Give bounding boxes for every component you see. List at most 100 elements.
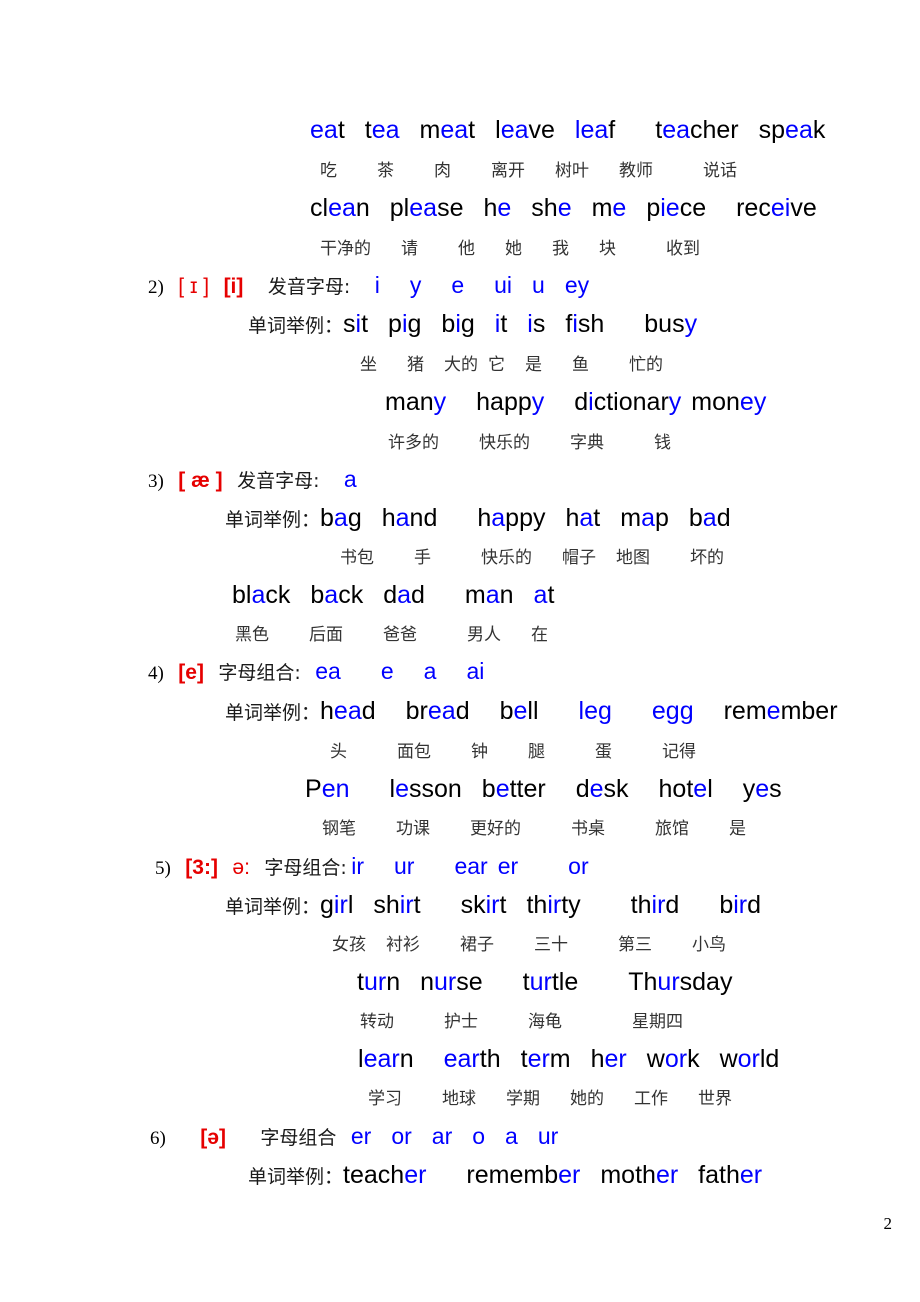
gloss: 帽子 xyxy=(562,548,596,568)
word-big: big xyxy=(441,310,475,338)
document-page: eat tea meat leave leaf teacher speak 吃茶肉离开 树叶教… xyxy=(0,0,920,1302)
gloss: 快乐的 xyxy=(479,433,530,453)
word-mother: mother xyxy=(600,1161,679,1189)
gloss-row-s4r2: 钢笔 功课 更好的 书桌 旅馆 是 xyxy=(322,821,746,838)
gloss: 工作 xyxy=(634,1089,668,1109)
gloss: 转动 xyxy=(360,1012,394,1032)
gloss: 后面 xyxy=(309,625,343,645)
gloss: 书包 xyxy=(340,548,374,568)
gloss: 三十 xyxy=(534,935,568,955)
word-piece: piece xyxy=(646,194,707,222)
letter-list: ea e a ai xyxy=(315,658,485,684)
gloss: 衬衫 xyxy=(386,935,420,955)
gloss: 海龟 xyxy=(528,1012,562,1032)
word-row-s3r1: 单词举例：bag hand happy hat map bad xyxy=(225,506,731,531)
gloss: 记得 xyxy=(662,742,696,762)
word-dictionary: dictionary xyxy=(574,388,682,416)
phonetic-symbol: [i] xyxy=(223,275,244,298)
section-5-heading: 5) [3:] ə: 字母组合: ir ur ear er or xyxy=(155,855,589,879)
gloss-row-s5r1: 女孩 衬衫 裙子 三十 第三 小鸟 xyxy=(332,937,726,954)
word-father: father xyxy=(698,1161,763,1189)
word-row-s5r1: 单词举例：girl shirt skirt thirty third bird xyxy=(225,893,761,918)
word-happy: happy xyxy=(477,504,546,532)
gloss: 裙子 xyxy=(460,935,494,955)
gloss: 地图 xyxy=(616,548,650,568)
gloss-row-s1r1: 吃 茶 肉 离开 树叶 教师 说话 xyxy=(320,163,737,180)
label-word-examples: 单词举例： xyxy=(248,1166,344,1188)
word-row-s4r1: 单词举例：head bread bell leg egg remember xyxy=(225,699,838,724)
word-teacher: teacher xyxy=(655,116,739,144)
letter-list: i y e ui u ey xyxy=(374,272,590,298)
word-eat: eat xyxy=(310,116,345,144)
section-index: 2) xyxy=(148,277,164,298)
gloss: 猪 xyxy=(407,355,424,375)
word-meat: meat xyxy=(419,116,476,144)
word-bad: bad xyxy=(688,504,731,532)
word-receive: receive xyxy=(736,194,817,222)
gloss: 书桌 xyxy=(571,819,605,839)
word-speak: speak xyxy=(758,116,826,144)
label-letter-combo: 字母组合: xyxy=(218,662,301,684)
word-it: it xyxy=(494,310,508,338)
section-index: 4) xyxy=(148,663,164,684)
word-bread: bread xyxy=(405,697,470,725)
section-6-heading: 6) [ə] 字母组合 er or ar o a ur xyxy=(150,1125,558,1149)
label-word-examples: 单词举例： xyxy=(225,702,321,724)
word-remember: remember xyxy=(723,697,838,725)
section-2-heading: 2) [ ɪ ] [i] 发音字母: i y e ui u ey xyxy=(148,272,590,298)
gloss: 蛋 xyxy=(595,742,612,762)
word-her: her xyxy=(590,1045,627,1073)
word-nurse: nurse xyxy=(420,968,483,996)
gloss: 忙的 xyxy=(629,355,663,375)
word-fish: fish xyxy=(565,310,605,338)
word-row-s5r3: learn earth term her work world xyxy=(358,1047,779,1072)
gloss: 我 xyxy=(552,239,569,259)
phonetic-symbol: [ æ ] xyxy=(178,469,223,492)
gloss: 许多的 xyxy=(388,433,439,453)
gloss: 干净的 xyxy=(320,239,371,259)
word-bird: bird xyxy=(719,891,762,919)
gloss-row-s5r2: 转动 护士 海龟 星期四 xyxy=(360,1014,683,1031)
gloss: 他 xyxy=(458,239,475,259)
gloss: 女孩 xyxy=(332,935,366,955)
gloss: 头 xyxy=(330,742,347,762)
gloss: 请 xyxy=(401,239,418,259)
word-busy: busy xyxy=(644,310,698,338)
label-pronounce-letters: 发音字母: xyxy=(267,276,351,298)
label-word-examples: 单词举例： xyxy=(248,315,344,337)
gloss: 鱼 xyxy=(572,355,589,375)
gloss-row-s1r2: 干净的 请 他 她 我 块 收到 xyxy=(320,241,700,258)
phonetic-symbol: [ ɪ ] xyxy=(178,275,210,298)
gloss: 世界 xyxy=(698,1089,732,1109)
word-tea: tea xyxy=(364,116,400,144)
word-hotel: hotel xyxy=(658,775,713,803)
word-desk: desk xyxy=(575,775,629,803)
gloss: 她 xyxy=(505,239,522,259)
word-leaf: leaf xyxy=(574,116,616,144)
gloss: 她的 xyxy=(570,1089,604,1109)
gloss-row-s2r2: 许多的 快乐的 字典 钱 xyxy=(388,435,671,452)
word-bell: bell xyxy=(499,697,539,725)
gloss: 是 xyxy=(525,355,542,375)
word-me: me xyxy=(591,194,627,222)
word-she: she xyxy=(531,194,572,222)
section-index: 6) xyxy=(150,1128,166,1149)
gloss: 块 xyxy=(599,239,616,259)
word-learn: learn xyxy=(358,1045,414,1073)
page-number: 2 xyxy=(883,1214,893,1233)
word-row-s3r2: black back dad man at xyxy=(232,583,554,608)
gloss: 钱 xyxy=(654,433,671,453)
gloss: 星期四 xyxy=(632,1012,683,1032)
gloss-row-s3r1: 书包 手 快乐的 帽子 地图 坏的 xyxy=(340,550,724,567)
gloss: 旅馆 xyxy=(655,819,689,839)
word-remember: remember xyxy=(466,1161,581,1189)
gloss: 护士 xyxy=(444,1012,478,1032)
phonetic-symbol: [ə] xyxy=(200,1126,226,1149)
word-girl: girl xyxy=(320,891,354,919)
gloss: 面包 xyxy=(397,742,431,762)
word-third: third xyxy=(630,891,680,919)
phonetic-symbol-alt: ə: xyxy=(232,856,250,879)
word-money: money xyxy=(691,388,767,416)
word-pig: pig xyxy=(388,310,422,338)
gloss: 肉 xyxy=(434,161,451,181)
